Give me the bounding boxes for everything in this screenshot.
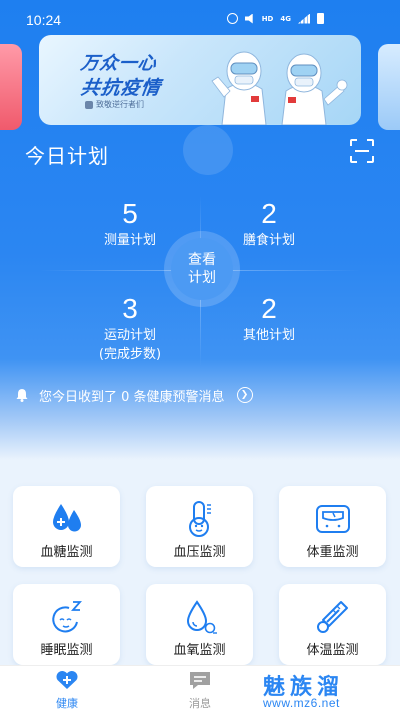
card-label: 睡眠监测 <box>40 643 93 658</box>
watermark-url: www.mz6.net <box>263 696 340 710</box>
card-label: 血糖监测 <box>40 545 93 560</box>
health-alert-notice[interactable]: 您今日收到了 0 条健康预警消息 ❯ <box>15 385 253 405</box>
thermometer-face-icon <box>188 501 211 537</box>
status-time: 10:24 <box>26 12 62 28</box>
alarm-icon <box>226 13 238 24</box>
stat-value: 2 <box>261 198 277 229</box>
medical-workers-illustration <box>211 51 348 125</box>
body-temperature-card[interactable]: 体温监测 <box>279 584 386 665</box>
sleep-face-icon <box>51 601 82 633</box>
page-title: 今日计划 <box>25 144 109 168</box>
status-bar: 10:24 HD 4G <box>0 0 400 36</box>
hd-indicator: HD <box>261 14 274 23</box>
thermometer-icon <box>316 601 348 633</box>
tab-messages[interactable]: 消息 <box>160 670 240 711</box>
view-plan-label-line2: 计划 <box>188 270 216 286</box>
signal-icon <box>298 13 310 24</box>
tab-health[interactable]: 健康 <box>27 670 107 711</box>
mute-icon <box>244 13 253 24</box>
banner-prev-slide[interactable] <box>0 44 22 130</box>
card-label: 体温监测 <box>306 643 359 658</box>
blood-drop-plus-icon <box>52 504 81 532</box>
card-label: 血压监测 <box>173 545 226 560</box>
oxygen-drop-icon <box>186 600 217 634</box>
view-plan-label-line1: 查看 <box>188 252 216 268</box>
banner-subtitle-text: 致敬逆行者们 <box>96 100 144 109</box>
banner-subtitle: 致敬逆行者们 <box>85 99 144 110</box>
network-indicator: 4G <box>280 14 291 23</box>
banner-title-line2: 共抗疫情 <box>79 77 163 99</box>
stat-label: 运动计划 <box>103 328 156 343</box>
scan-icon[interactable] <box>349 138 375 164</box>
scale-icon <box>315 505 350 533</box>
exercise-plan-stat[interactable]: 3 运动计划 (完成步数) <box>60 292 200 364</box>
message-icon <box>190 672 210 689</box>
tab-label: 健康 <box>56 697 78 710</box>
tab-label: 消息 <box>189 697 211 710</box>
stat-sublabel: (完成步数) <box>98 347 162 362</box>
banner-title-line1: 万众一心 <box>79 53 159 74</box>
stat-label: 其他计划 <box>242 328 295 343</box>
blood-pressure-card[interactable]: 血压监测 <box>146 486 253 567</box>
watermark: 魅族溜 www.mz6.net <box>263 669 398 710</box>
bell-icon <box>16 389 28 402</box>
stat-value: 5 <box>122 198 138 229</box>
banner-badge-icon <box>85 100 93 109</box>
battery-icon <box>317 13 324 24</box>
blood-oxygen-card[interactable]: 血氧监测 <box>146 584 253 665</box>
sleep-card[interactable]: 睡眠监测 <box>13 584 120 665</box>
weight-card[interactable]: 体重监测 <box>279 486 386 567</box>
blood-sugar-card[interactable]: 血糖监测 <box>13 486 120 567</box>
card-label: 血氧监测 <box>173 643 226 658</box>
decorative-circle <box>183 125 233 175</box>
banner[interactable]: 万众一心 共抗疫情 致敬逆行者们 <box>39 35 361 125</box>
chevron-right-icon[interactable]: ❯ <box>236 387 253 403</box>
card-label: 体重监测 <box>306 545 359 560</box>
heart-plus-icon <box>56 670 78 689</box>
view-plan-button[interactable]: 查看 计划 <box>171 238 233 300</box>
notice-text: 您今日收到了 0 条健康预警消息 <box>39 389 225 405</box>
banner-next-slide[interactable] <box>378 44 400 130</box>
status-icons: HD 4G <box>226 13 324 24</box>
